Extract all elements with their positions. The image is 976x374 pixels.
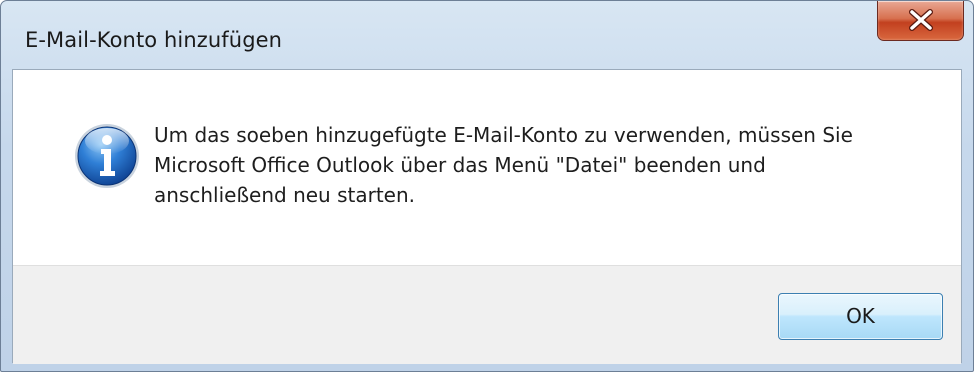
dialog-message: Um das soeben hinzugefügte E-Mail-Konto … [154, 123, 853, 207]
title-bar[interactable]: E-Mail-Konto hinzufügen [1, 1, 973, 77]
dialog-window: E-Mail-Konto hinzufügen Um das soeben hi… [0, 0, 974, 372]
message-area: Um das soeben hinzugefügte E-Mail-Konto … [13, 70, 961, 265]
close-button[interactable] [877, 1, 964, 41]
button-bar: OK [13, 265, 961, 364]
close-icon [909, 9, 933, 31]
info-icon [75, 124, 139, 188]
ok-button[interactable]: OK [778, 293, 943, 340]
dialog-client-area: Um das soeben hinzugefügte E-Mail-Konto … [12, 69, 962, 364]
window-title: E-Mail-Konto hinzufügen [25, 28, 283, 52]
